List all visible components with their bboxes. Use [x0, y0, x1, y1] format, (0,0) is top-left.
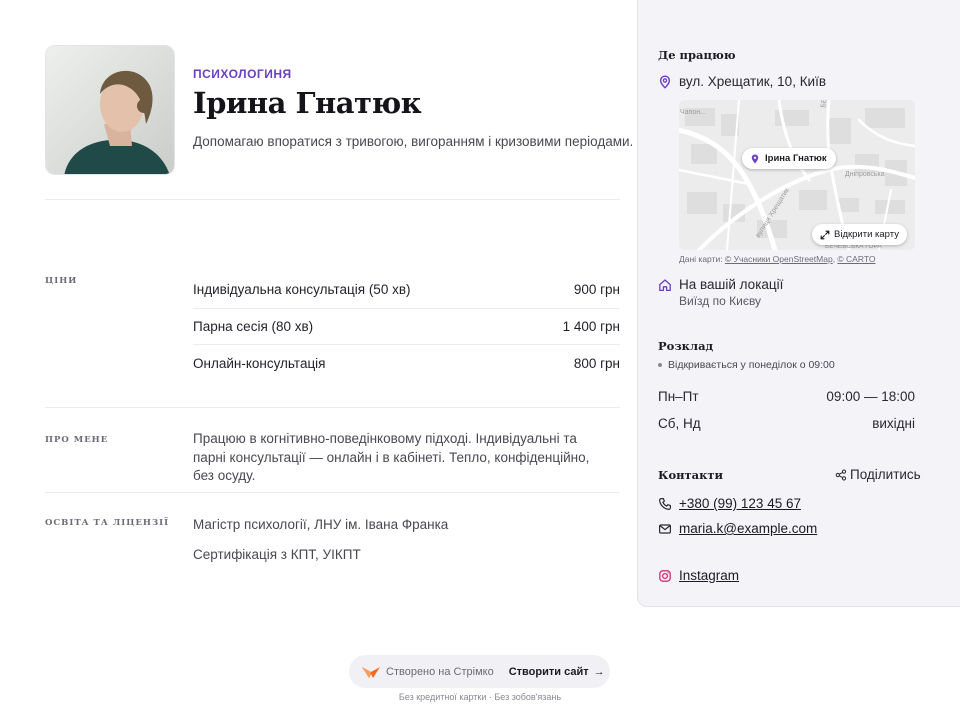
education-section-label: ОСВІТА ТА ЛІЦЕНЗІЇ — [45, 518, 170, 528]
mail-icon — [658, 522, 672, 536]
about-section-label: ПРО МЕНЕ — [45, 435, 109, 445]
carto-credit-link[interactable]: © CARTO — [837, 254, 875, 264]
onsite-text: На вашій локації — [679, 277, 784, 292]
price-list: Індивідуальна консультація (50 хв) 900 г… — [193, 272, 620, 382]
service-price: 1 400 грн — [562, 318, 620, 334]
service-name: Парна сесія (80 хв) — [193, 318, 314, 334]
share-icon — [835, 468, 847, 481]
footer-note: Без кредитної картки · Без зобов'язань — [398, 692, 562, 702]
arrow-right-icon: → — [593, 665, 605, 678]
phone-line: +380 (99) 123 45 67 — [658, 496, 801, 511]
address-line: вул. Хрещатик, 10, Київ — [658, 74, 826, 89]
onsite-subtext: Виїзд по Києву — [679, 294, 762, 308]
hours-days: Сб, Нд — [658, 416, 701, 431]
open-map-button[interactable]: Відкрити карту — [812, 224, 907, 245]
service-price: 800 грн — [573, 355, 620, 371]
email-link[interactable]: maria.k@example.com — [679, 521, 817, 536]
map-label: Дніпровська — [845, 170, 885, 178]
create-site-label: Створити сайт — [508, 665, 589, 678]
price-row: Індивідуальна консультація (50 хв) 900 г… — [193, 272, 620, 309]
about-text: Працюю в когнітивно-поведінковому підход… — [193, 431, 590, 483]
map-attribution: Дані карти: © Учасники OpenStreetMap, © … — [679, 254, 876, 264]
tagline: Допомагаю впоратися з тривогою, вигоранн… — [193, 134, 634, 149]
map-marker-label: Ірина Гнатюк — [765, 153, 827, 164]
map-pin-icon — [750, 154, 760, 164]
service-price: 900 грн — [573, 282, 620, 298]
made-with-text: Створено на Стрімко — [386, 665, 494, 678]
hours-row: Пн–Пт 09:00 — 18:00 — [658, 389, 915, 404]
osm-credit-link[interactable]: © Учасники OpenStreetMap — [725, 254, 833, 264]
open-status: Відкривається у понеділок о 09:00 — [658, 359, 835, 371]
email-line: maria.k@example.com — [658, 521, 817, 536]
instagram-line: Instagram — [658, 568, 739, 583]
location-title: Де працюю — [658, 48, 736, 62]
hours-row: Сб, Нд вихідні — [658, 416, 915, 431]
open-status-text: Відкривається у понеділок о 09:00 — [668, 359, 835, 371]
hours-time: вихідні — [872, 416, 915, 431]
strimko-logo-icon — [361, 665, 381, 679]
expand-icon — [820, 230, 830, 240]
price-row: Парна сесія (80 хв) 1 400 грн — [193, 309, 620, 345]
status-dot — [658, 363, 662, 367]
divider — [45, 407, 620, 408]
instagram-link[interactable]: Instagram — [679, 568, 739, 583]
prices-section-label: ЦІНИ — [45, 276, 78, 286]
profession-label: ПСИХОЛОГИНЯ — [193, 67, 292, 81]
hours-time: 09:00 — 18:00 — [826, 389, 915, 404]
create-site-button[interactable]: Створити сайт → — [509, 666, 605, 678]
price-row: Онлайн-консультація 800 грн — [193, 345, 620, 382]
instagram-icon — [658, 569, 672, 583]
map-marker[interactable]: Ірина Гнатюк — [742, 148, 836, 169]
schedule-title: Розклад — [658, 339, 714, 353]
profile-photo — [45, 45, 175, 175]
service-name: Індивідуальна консультація (50 хв) — [193, 282, 411, 298]
divider — [45, 199, 620, 200]
education-item: Сертифікація з КПТ, УІКПТ — [193, 547, 361, 562]
made-with-badge[interactable]: Створено на Стрімко Створити сайт → — [349, 655, 610, 688]
map-label: Чапон... — [680, 109, 706, 116]
onsite-line: На вашій локації — [658, 277, 783, 292]
hours-days: Пн–Пт — [658, 389, 699, 404]
map-pin-icon — [658, 74, 672, 89]
page-title: Ірина Гнатюк — [193, 86, 422, 120]
open-map-label: Відкрити карту — [834, 229, 899, 240]
education-item: Магістр психології, ЛНУ ім. Івана Франка — [193, 517, 449, 532]
share-label: Поділитись — [850, 467, 921, 482]
phone-link[interactable]: +380 (99) 123 45 67 — [679, 496, 801, 511]
service-name: Онлайн-консультація — [193, 355, 326, 371]
divider — [45, 492, 620, 493]
map-credit-prefix: Дані карти: — [679, 254, 725, 264]
contacts-title: Контакти — [658, 468, 724, 482]
home-icon — [658, 278, 672, 292]
address-text: вул. Хрещатик, 10, Київ — [679, 74, 827, 89]
share-button[interactable]: Поділитись — [835, 467, 921, 482]
phone-icon — [658, 497, 672, 511]
